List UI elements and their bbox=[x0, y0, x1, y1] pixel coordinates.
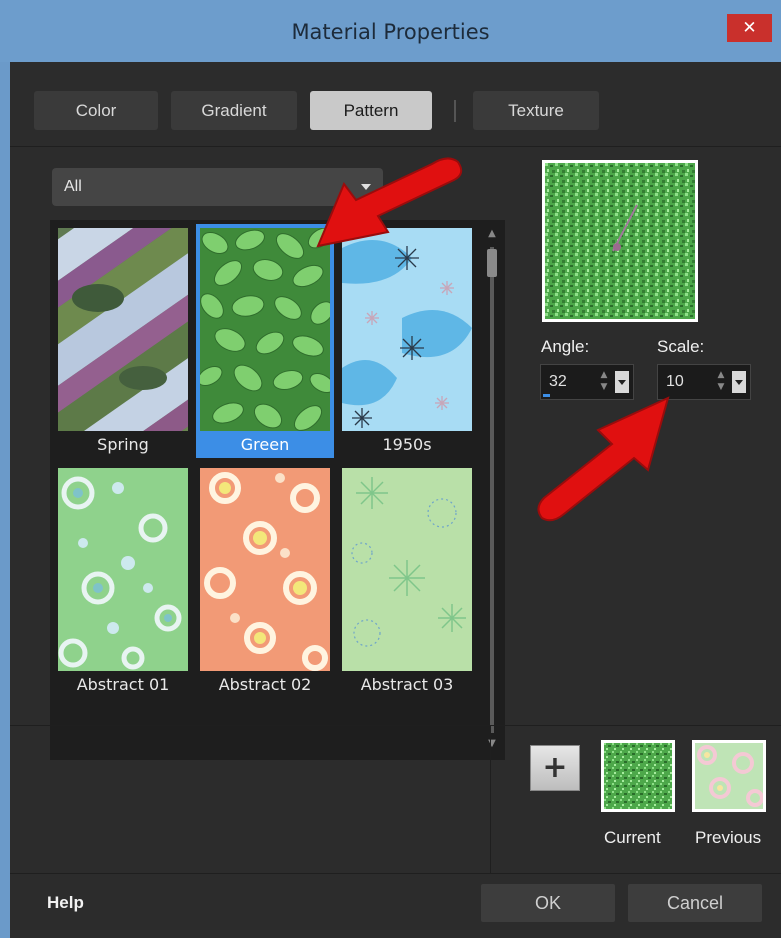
help-link[interactable]: Help bbox=[47, 893, 84, 913]
scale-dropdown-button[interactable] bbox=[732, 371, 746, 393]
pattern-preview bbox=[542, 160, 698, 322]
gallery-scrollbar[interactable]: ▲ ▼ bbox=[484, 227, 500, 755]
pattern-label: Spring bbox=[97, 435, 149, 454]
pattern-tile-spring[interactable]: Spring bbox=[54, 224, 192, 458]
angle-label: Angle: bbox=[541, 337, 590, 356]
pattern-label: Green bbox=[240, 435, 290, 454]
chevron-down-icon bbox=[361, 184, 371, 190]
pattern-label: Abstract 03 bbox=[360, 675, 454, 694]
abstract-03-thumb bbox=[342, 468, 472, 671]
pattern-label: Abstract 01 bbox=[76, 675, 170, 694]
tab-pattern[interactable]: Pattern bbox=[310, 91, 432, 130]
dialog-body: Color Gradient Pattern Texture All Sprin… bbox=[10, 62, 781, 938]
add-swatch-button[interactable]: + bbox=[530, 745, 580, 791]
current-swatch[interactable] bbox=[601, 740, 675, 812]
tab-texture[interactable]: Texture bbox=[473, 91, 599, 130]
pattern-tile-abstract-03[interactable]: Abstract 03 bbox=[338, 464, 476, 698]
pattern-tile-abstract-02[interactable]: Abstract 02 bbox=[196, 464, 334, 698]
angle-spinner-icon[interactable]: ▲ ▼ bbox=[597, 369, 611, 395]
category-dropdown[interactable]: All bbox=[52, 168, 383, 206]
window-title: Material Properties bbox=[291, 20, 490, 44]
pattern-tile-abstract-01[interactable]: Abstract 01 bbox=[54, 464, 192, 698]
spring-pattern-thumb bbox=[58, 228, 188, 431]
ok-button[interactable]: OK bbox=[481, 884, 615, 922]
scale-label: Scale: bbox=[657, 337, 705, 356]
angle-value: 32 bbox=[549, 373, 567, 390]
current-label: Current bbox=[604, 828, 661, 847]
scroll-track[interactable] bbox=[490, 247, 494, 733]
scroll-thumb[interactable] bbox=[487, 249, 497, 277]
section-divider bbox=[10, 725, 781, 726]
scale-spinner-icon[interactable]: ▲ ▼ bbox=[714, 369, 728, 395]
footer-divider bbox=[10, 873, 781, 874]
section-divider-vertical bbox=[490, 725, 491, 873]
scroll-up-icon[interactable]: ▲ bbox=[486, 229, 498, 239]
scale-value: 10 bbox=[666, 373, 684, 390]
title-bar[interactable]: Material Properties ✕ bbox=[0, 0, 781, 62]
pattern-tile-green[interactable]: Green bbox=[196, 224, 334, 458]
previous-swatch[interactable] bbox=[692, 740, 766, 812]
abstract-01-thumb bbox=[58, 468, 188, 671]
pattern-tile-1950s[interactable]: 1950s bbox=[338, 224, 476, 458]
angle-level-bar bbox=[543, 394, 550, 397]
scroll-down-icon[interactable]: ▼ bbox=[486, 739, 498, 749]
tab-separator bbox=[454, 100, 456, 122]
tab-color[interactable]: Color bbox=[34, 91, 158, 130]
tab-divider bbox=[10, 146, 781, 147]
close-button[interactable]: ✕ bbox=[727, 14, 772, 42]
pattern-label: 1950s bbox=[382, 435, 432, 454]
material-properties-dialog: Material Properties ✕ Color Gradient Pat… bbox=[0, 0, 781, 938]
scale-input[interactable]: 10 ▲ ▼ bbox=[657, 364, 751, 400]
green-leaves-thumb bbox=[200, 228, 330, 431]
cancel-button[interactable]: Cancel bbox=[628, 884, 762, 922]
pattern-label: Abstract 02 bbox=[218, 675, 312, 694]
abstract-02-thumb bbox=[200, 468, 330, 671]
category-dropdown-value: All bbox=[64, 178, 82, 195]
retro-1950s-thumb bbox=[342, 228, 472, 431]
previous-label: Previous bbox=[695, 828, 762, 847]
angle-input[interactable]: 32 ▲ ▼ bbox=[540, 364, 634, 400]
tab-gradient[interactable]: Gradient bbox=[171, 91, 297, 130]
angle-dropdown-button[interactable] bbox=[615, 371, 629, 393]
pattern-gallery: Spring Green 1950s Abstract 01 Abstract … bbox=[50, 220, 505, 760]
